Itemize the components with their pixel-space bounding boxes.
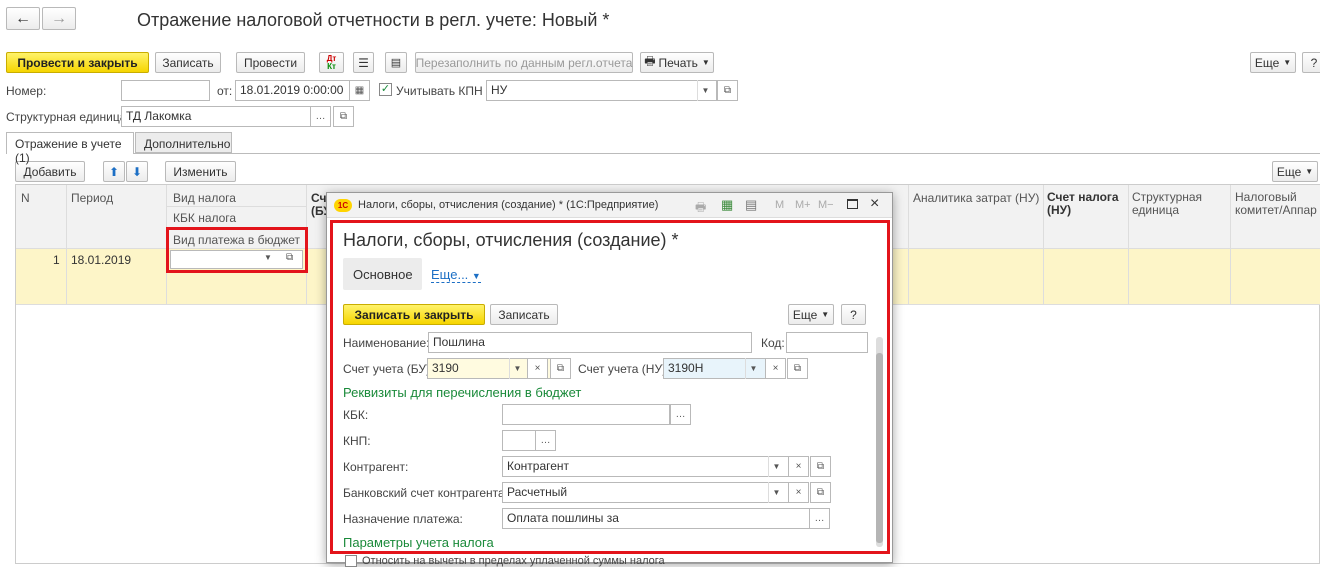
date-field[interactable]: 18.01.2019 0:00:00: [235, 80, 350, 101]
table-more-button[interactable]: Еще ▼: [1272, 161, 1318, 182]
number-field[interactable]: [121, 80, 210, 101]
more-button[interactable]: Еще ▼: [1250, 52, 1296, 73]
more-label: Еще: [1254, 55, 1280, 70]
dialog: 1С Налоги, сборы, отчисления (создание) …: [326, 192, 893, 567]
tab-additional[interactable]: Дополнительно: [135, 132, 232, 153]
table-icon[interactable]: ▦: [721, 197, 733, 213]
post-button[interactable]: Провести: [236, 52, 305, 73]
help-button[interactable]: ?: [1302, 52, 1320, 73]
unit-label: Структурная единица:: [6, 110, 130, 124]
open-icon[interactable]: ⧉: [333, 106, 354, 127]
mode-select[interactable]: НУ: [486, 80, 717, 101]
tab-accounting[interactable]: Отражение в учете (1): [6, 132, 134, 165]
cell-n: 1: [53, 253, 60, 267]
memory-minus-icon[interactable]: M−: [818, 199, 834, 211]
change-button[interactable]: Изменить: [165, 161, 236, 182]
cell-period: 18.01.2019: [71, 253, 132, 267]
dt-kt-icon[interactable]: Дт Кт: [319, 52, 344, 73]
move-down-button[interactable]: ⬇: [126, 161, 148, 182]
calendar-icon[interactable]: ▤: [745, 197, 757, 213]
back-button[interactable]: ←: [6, 7, 40, 30]
chevron-down-icon: ▼: [1283, 58, 1292, 67]
dialog-title: Налоги, сборы, отчисления (создание) * (…: [358, 199, 659, 211]
print-button[interactable]: 🖶 Печать ▼: [640, 52, 714, 73]
ellipsis-icon[interactable]: …: [310, 106, 331, 127]
col-divider: [908, 185, 909, 305]
col-divider: [66, 185, 67, 305]
structure-icon[interactable]: ▤: [385, 52, 407, 73]
col-unit[interactable]: Структурная единица: [1132, 191, 1227, 217]
date-label: от:: [217, 84, 233, 98]
tab-divider: [6, 153, 1320, 154]
calendar-icon[interactable]: ▦: [350, 80, 370, 101]
col-divider: [1043, 185, 1044, 305]
print-icon[interactable]: 🖶: [695, 198, 706, 219]
memory-plus-icon[interactable]: M+: [795, 199, 811, 211]
col-committee[interactable]: Налоговый комитет/Аппар: [1235, 191, 1320, 217]
col-tax-type[interactable]: Вид налога: [173, 191, 236, 205]
window-title: Отражение налоговой отчетности в регл. у…: [137, 10, 610, 30]
maximize-icon[interactable]: [847, 199, 858, 209]
col-tax-account[interactable]: Счет налога (НУ): [1047, 191, 1127, 217]
chevron-down-icon: ▼: [701, 58, 710, 67]
refill-button[interactable]: Перезаполнить по данным регл.отчета: [415, 52, 633, 73]
kpn-checkbox[interactable]: ✓: [379, 83, 392, 96]
selection-highlight: [166, 227, 308, 273]
focus-highlight: [330, 220, 890, 554]
unit-field[interactable]: ТД Лакомка: [121, 106, 311, 127]
save-button[interactable]: Записать: [155, 52, 221, 73]
number-label: Номер:: [6, 84, 47, 98]
col-kbk[interactable]: КБК налога: [173, 211, 236, 225]
memory-icon[interactable]: M: [775, 199, 784, 211]
open-icon[interactable]: ⧉: [717, 80, 738, 101]
chevron-down-icon[interactable]: ▼: [697, 80, 713, 101]
col-divider: [1230, 185, 1231, 305]
subrow-divider: [166, 206, 306, 207]
forward-button[interactable]: →: [42, 7, 76, 30]
list-icon[interactable]: ☰: [353, 52, 374, 73]
deduct-label: Относить на вычеты в пределах уплаченной…: [362, 555, 665, 567]
deduct-checkbox[interactable]: [345, 555, 357, 567]
move-up-button[interactable]: ⬆: [103, 161, 125, 182]
col-analytics[interactable]: Аналитика затрат (НУ): [913, 191, 1039, 205]
kpn-label: Учитывать КПН: [396, 84, 483, 98]
post-and-close-button[interactable]: Провести и закрыть: [6, 52, 149, 73]
col-period[interactable]: Период: [71, 191, 113, 205]
close-icon[interactable]: ×: [870, 195, 879, 213]
col-divider: [1128, 185, 1129, 305]
more-label: Еще: [1276, 164, 1302, 179]
chevron-down-icon: ▼: [1305, 167, 1314, 176]
printer-icon: 🖶: [644, 54, 656, 68]
print-label: Печать: [658, 55, 698, 70]
col-n[interactable]: N: [21, 191, 30, 205]
app-logo-icon: 1С: [334, 199, 352, 212]
